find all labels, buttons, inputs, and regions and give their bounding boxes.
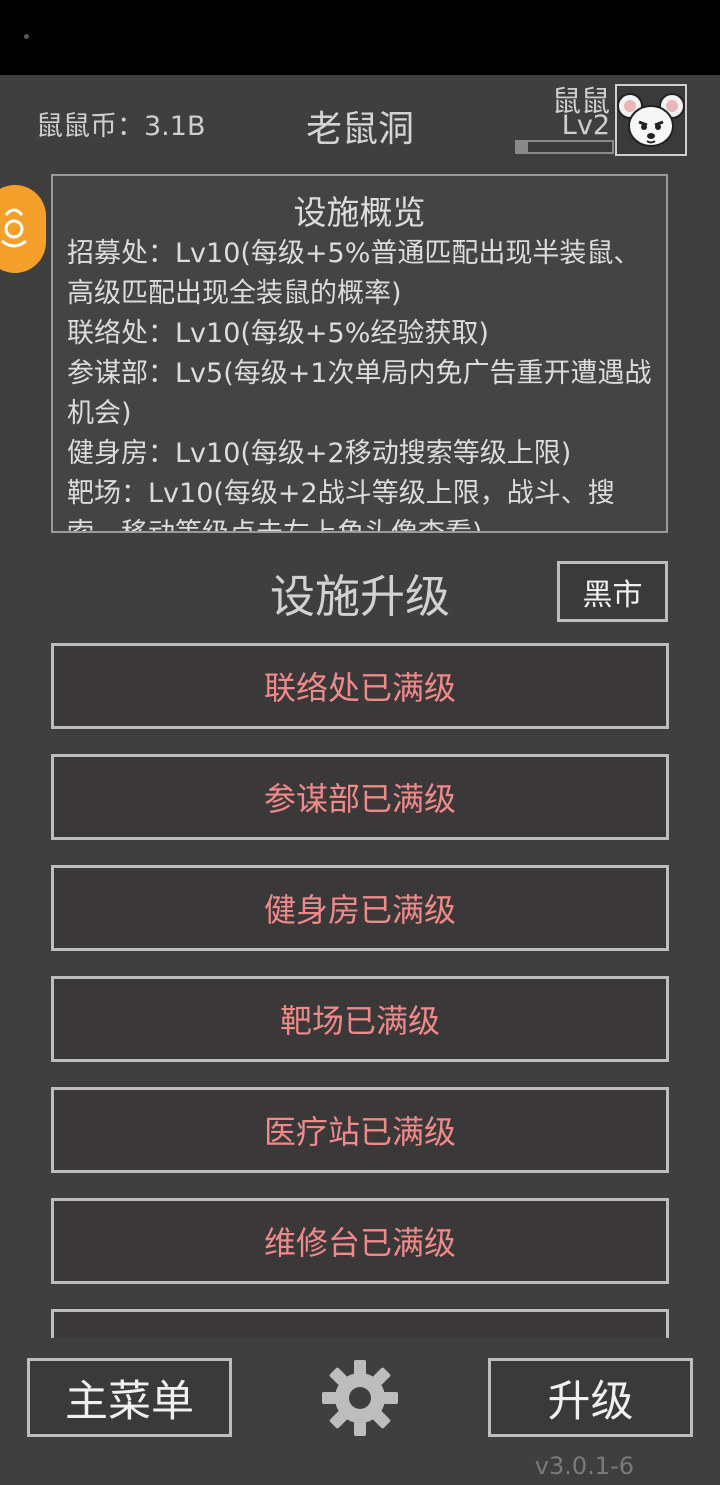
overview-list: 招募处：Lv10(每级+5%普通匹配出现半装鼠、高级匹配出现全装鼠的概率) 联络… xyxy=(53,234,666,531)
player-avatar[interactable] xyxy=(615,84,687,156)
upgrade-button-gym[interactable]: 健身房已满级 xyxy=(51,865,669,951)
overview-line: 靶场：Lv10(每级+2战斗等级上限，战斗、搜索、移动等级点击左上角头像查看) xyxy=(67,478,615,531)
upgrade-button-medical[interactable]: 医疗站已满级 xyxy=(51,1087,669,1173)
facility-overview-panel[interactable]: 设施概览 招募处：Lv10(每级+5%普通匹配出现半装鼠、高级匹配出现全装鼠的概… xyxy=(51,174,668,533)
upgrade-button[interactable]: 升级 xyxy=(488,1358,693,1437)
black-market-button[interactable]: 黑市 xyxy=(557,561,668,622)
xp-bar xyxy=(515,140,614,154)
status-bar xyxy=(0,0,720,75)
main-menu-button[interactable]: 主菜单 xyxy=(27,1358,232,1437)
settings-button[interactable] xyxy=(318,1356,402,1440)
player-level: Lv2 xyxy=(561,110,610,141)
upgrade-button-range[interactable]: 靶场已满级 xyxy=(51,976,669,1062)
event-badge[interactable] xyxy=(0,185,46,273)
upgrade-button-repair[interactable]: 维修台已满级 xyxy=(51,1198,669,1284)
upgrade-button-liaison[interactable]: 联络处已满级 xyxy=(51,643,669,729)
upgrade-button-next[interactable]: 状态的已满级 xyxy=(51,1309,669,1338)
overview-line: 联络处：Lv10(每级+5%经验获取) xyxy=(67,318,489,349)
mouse-avatar-icon xyxy=(617,93,685,147)
upgrade-button-staff[interactable]: 参谋部已满级 xyxy=(51,754,669,840)
status-dot xyxy=(24,34,29,39)
overview-line: 招募处：Lv10(每级+5%普通匹配出现半装鼠、高级匹配出现全装鼠的概率) xyxy=(67,238,641,309)
overview-line: 参谋部：Lv5(每级+1次单局内免广告重开遭遇战机会) xyxy=(67,358,652,429)
version-label: v3.0.1-6 xyxy=(534,1452,634,1480)
gear-icon xyxy=(322,1360,398,1436)
event-badge-icon xyxy=(1,208,27,248)
upgrade-list[interactable]: 联络处已满级 参谋部已满级 健身房已满级 靶场已满级 医疗站已满级 维修台已满级… xyxy=(51,643,669,1338)
overview-line: 健身房：Lv10(每级+2移动搜索等级上限) xyxy=(67,438,572,469)
overview-title: 设施概览 xyxy=(293,193,426,232)
xp-fill xyxy=(517,142,529,152)
